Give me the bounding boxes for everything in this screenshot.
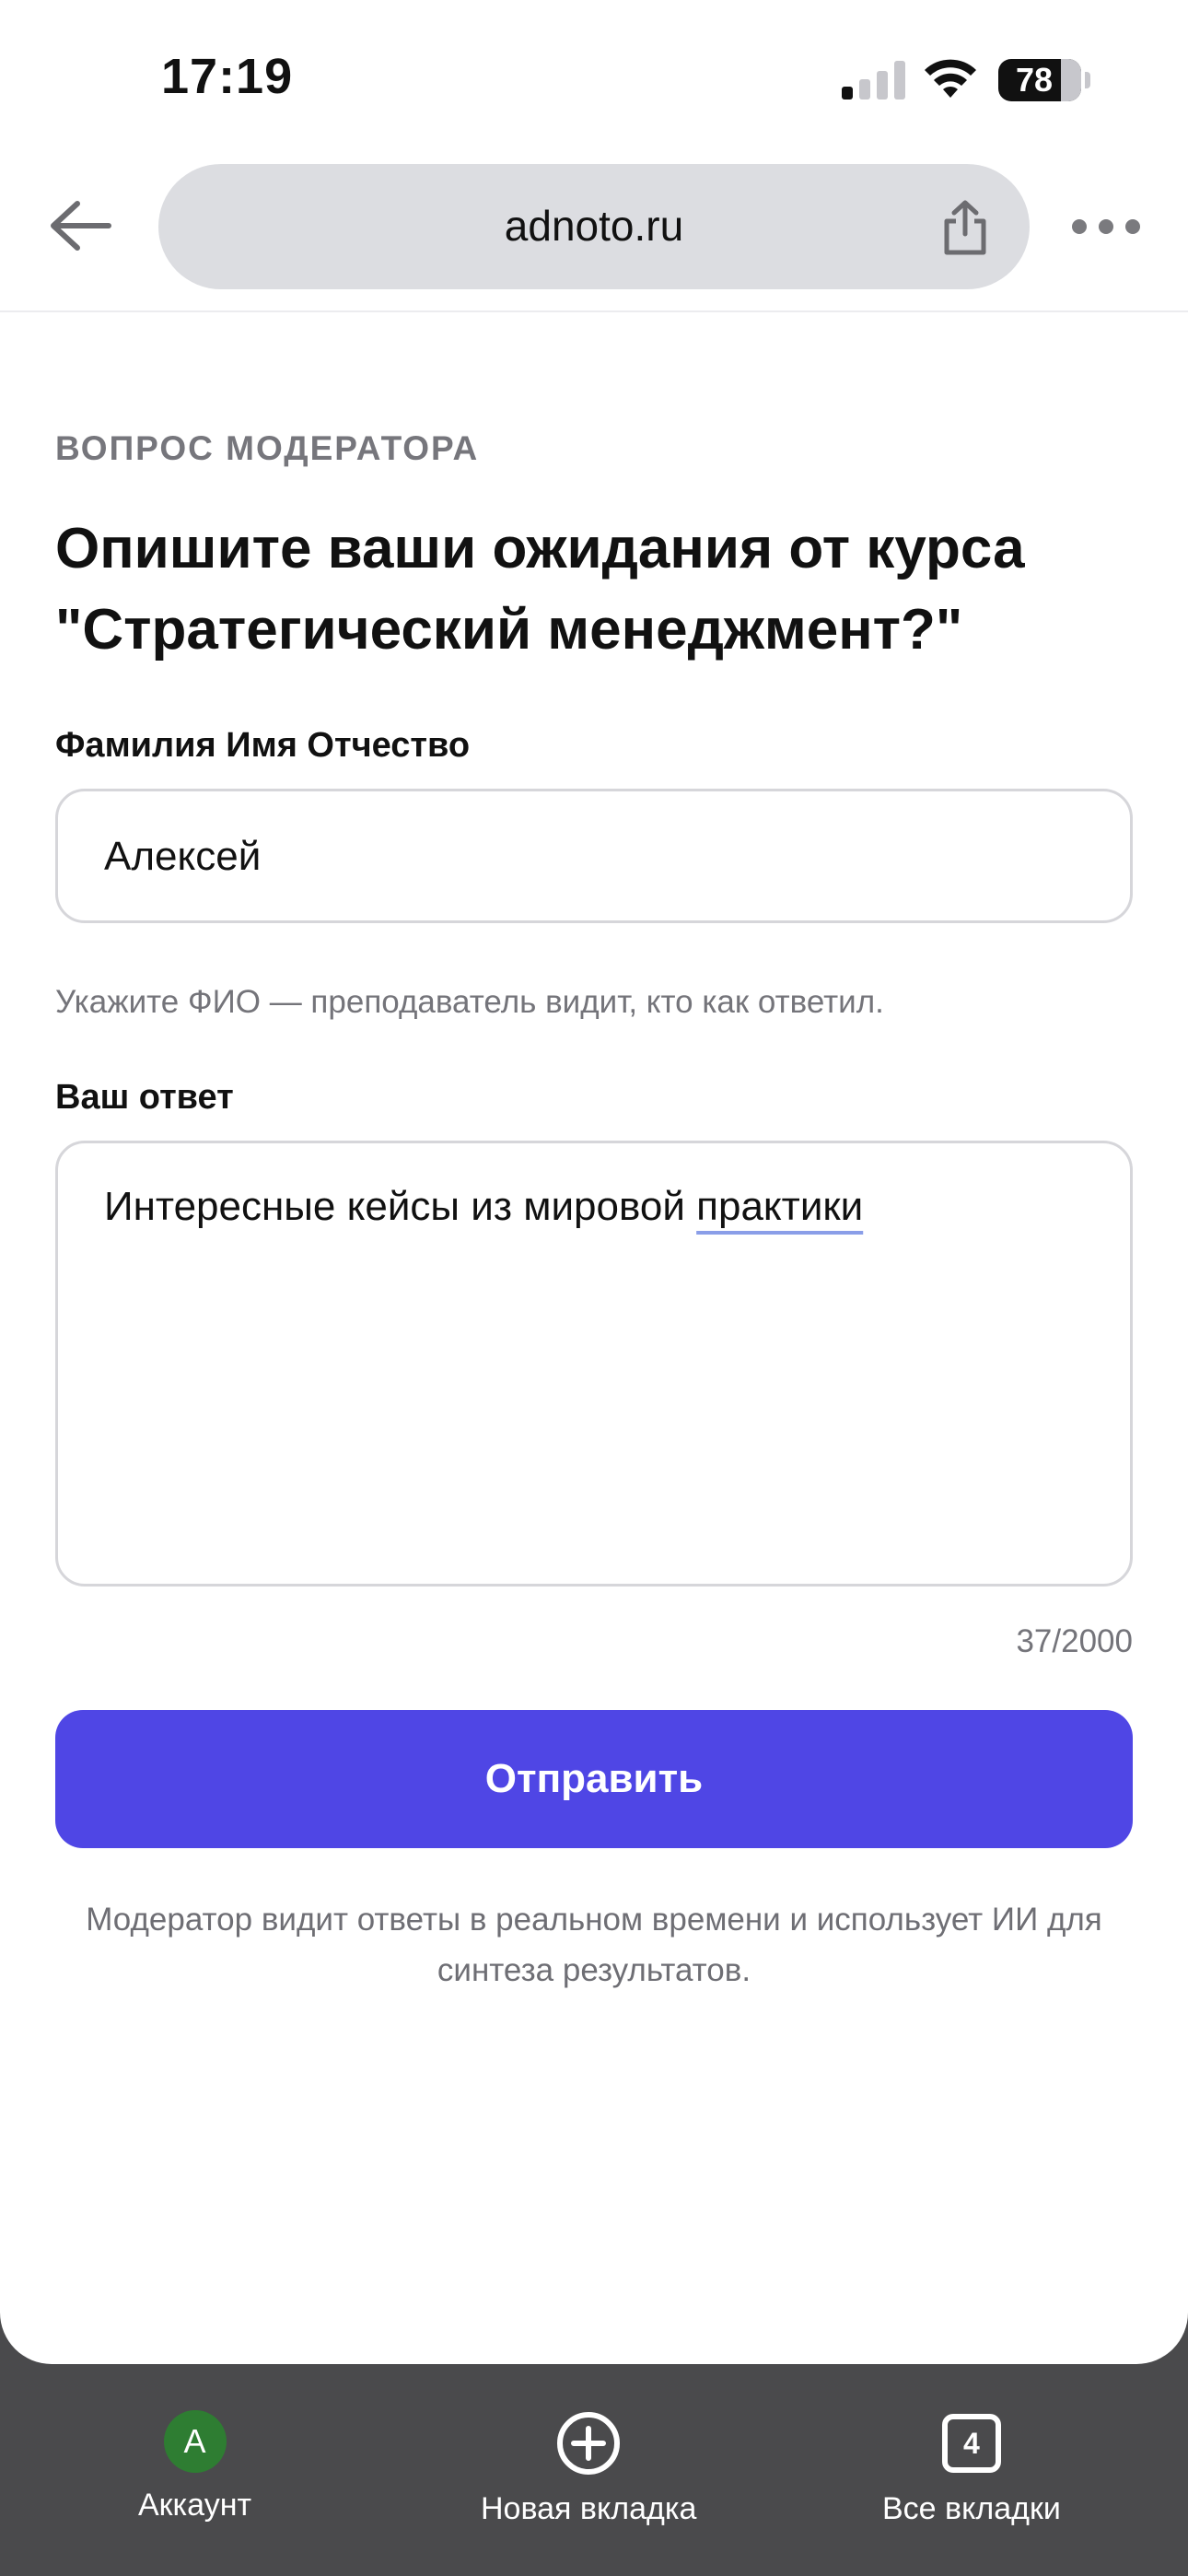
all-tabs-label: Все вкладки <box>882 2491 1061 2526</box>
signal-icon <box>842 61 906 100</box>
plus-circle-icon <box>557 2412 621 2475</box>
account-label: Аккаунт <box>138 2488 252 2523</box>
account-button[interactable]: А Аккаунт <box>138 2410 251 2523</box>
battery-cap <box>1085 72 1090 88</box>
url-text: adnoto.ru <box>504 202 684 250</box>
address-bar[interactable]: adnoto.ru <box>158 164 1030 289</box>
answer-textarea[interactable]: Интересные кейсы из мировой практики <box>55 1141 1133 1587</box>
divider <box>0 310 1188 312</box>
share-icon[interactable] <box>938 199 993 256</box>
tabs-count: 4 <box>963 2426 980 2460</box>
web-page: 17:19 78 adnoto.ru ВОПРОС МОДЕРАТОРА Опи… <box>0 0 1188 2364</box>
battery-level: 78 <box>1015 61 1054 99</box>
footer-note: Модератор видит ответы в реальном времен… <box>86 1902 1102 1988</box>
status-time: 17:19 <box>161 49 294 104</box>
browser-toolbar: А Аккаунт Новая вкладка 4 Все вкладки <box>0 2364 1188 2576</box>
more-icon[interactable] <box>1072 208 1140 245</box>
new-tab-label: Новая вкладка <box>481 2491 697 2526</box>
tabs-icon: 4 <box>941 2414 1001 2473</box>
name-label: Фамилия Имя Отчество <box>55 726 471 765</box>
name-input[interactable]: Алексей <box>55 789 1133 923</box>
battery-icon: 78 <box>998 59 1081 101</box>
back-arrow-icon <box>51 201 111 251</box>
answer-text-part: Интересные кейсы из мировой <box>104 1184 697 1229</box>
name-input-value: Алексей <box>104 834 262 879</box>
character-counter: 37/2000 <box>1016 1623 1133 1659</box>
answer-text: Интересные кейсы из мировой практики <box>104 1184 863 1230</box>
answer-text-spellcheck-word: практики <box>696 1184 864 1229</box>
all-tabs-button[interactable]: 4 Все вкладки <box>882 2410 1061 2527</box>
submit-button[interactable]: Отправить <box>55 1710 1133 1848</box>
name-hint: Укажите ФИО — преподаватель видит, кто к… <box>55 984 884 1020</box>
section-overline: ВОПРОС МОДЕРАТОРА <box>55 429 480 467</box>
back-button[interactable] <box>42 193 116 258</box>
status-bar: 17:19 78 <box>0 0 1188 157</box>
new-tab-button[interactable]: Новая вкладка <box>481 2410 696 2527</box>
answer-label: Ваш ответ <box>55 1078 234 1117</box>
avatar: А <box>163 2410 227 2473</box>
question-title: Опишите ваши ожидания от курса "Стратеги… <box>55 517 1025 662</box>
wifi-icon <box>925 59 976 98</box>
